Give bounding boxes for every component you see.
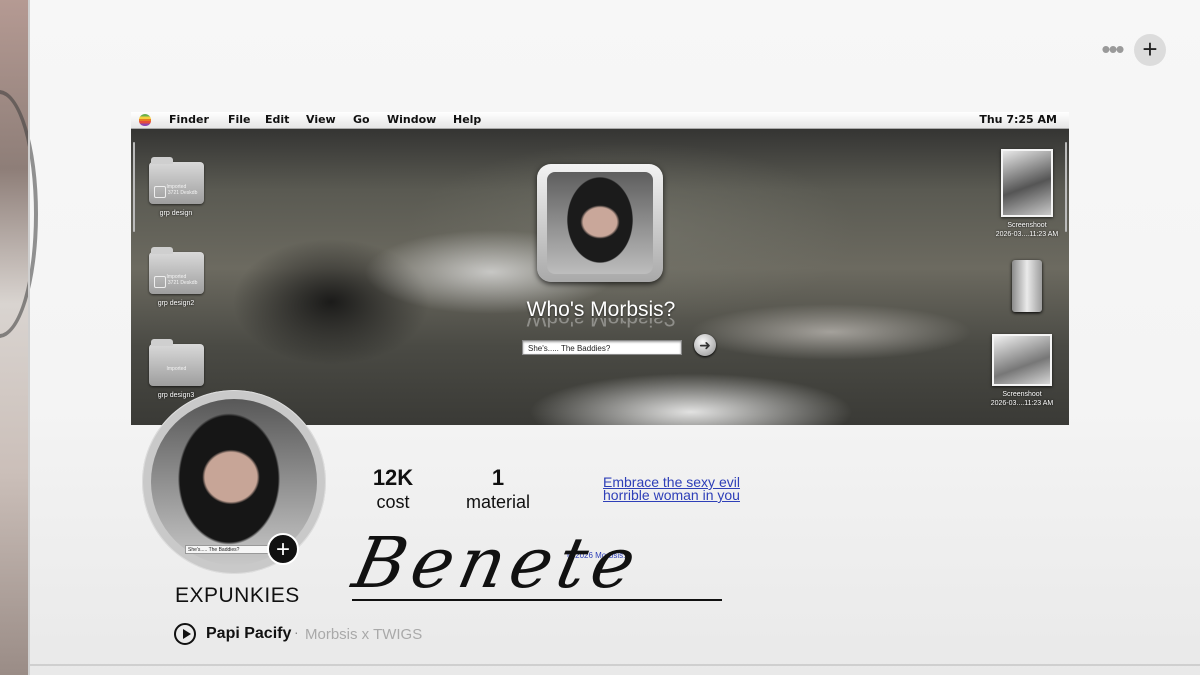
folder-icon: Imported 3721 Deskdb [148,157,204,204]
menubar-clock: Thu 7:25 AM [979,113,1057,126]
folder-sublabel: Imported 3721 Deskdb [166,184,198,196]
folder-sublabel: Imported 3721 Deskdb [166,274,198,286]
signature: Benete [346,522,649,604]
add-story-button[interactable]: + [267,533,299,565]
stat-value: 12K [372,465,414,490]
desktop-screenshot-2[interactable]: Screenshoot 2026-03....11:23 AM [977,334,1067,408]
login-password-field[interactable]: She's..... The Baddies? [522,340,682,355]
apple-logo-icon[interactable] [139,114,151,126]
screenshot-thumbnail [1001,149,1053,217]
now-playing-song[interactable]: Papi Pacify [206,625,291,643]
stat-label: cost [376,492,410,512]
more-options-button[interactable]: ••• [1098,36,1126,62]
folder-grp-design[interactable]: Imported 3721 Deskdb grp design [131,157,221,217]
lighter-image [1012,260,1042,312]
left-edge-ring [0,90,38,338]
bottom-divider [30,664,1200,666]
menu-view[interactable]: View [306,113,336,126]
stat-label: material [465,492,531,512]
now-playing-artist[interactable]: Morbsis x TWIGS [305,626,422,643]
avatar-caption: She's..... The Baddies? [185,545,270,554]
app-glyph-icon [153,276,166,288]
login-go-arrow-icon[interactable]: ➜ [694,334,716,356]
menu-go[interactable]: Go [353,113,370,126]
play-icon[interactable] [174,623,196,645]
login-avatar-frame [537,164,663,282]
add-button[interactable]: + [1134,34,1166,66]
desktop-screenshot-1[interactable]: Screenshoot 2026-03....11:23 AM [982,149,1069,239]
login-avatar-photo [547,172,653,274]
stat-cost: 12K cost [365,465,421,513]
menu-edit[interactable]: Edit [265,113,289,126]
desktop-item-label: Screenshoot 2026-03....11:23 AM [995,222,1059,238]
folder-label: grp design2 [157,300,195,307]
desktop-lighter-item[interactable] [982,260,1069,312]
menu-file[interactable]: File [228,113,251,126]
separator-dot: · [294,624,299,640]
mac-menubar: Finder File Edit View Go Window Help Thu… [131,112,1069,129]
stat-value: 1 [491,465,505,490]
stat-material: 1 material [458,465,538,513]
signature-underline [352,599,722,601]
folder-grp-design3[interactable]: Imported grp design3 [131,339,221,399]
app-glyph-icon [153,186,166,198]
login-title-reflection: Who's Morbsis? [526,318,676,330]
folder-icon: Imported 3721 Deskdb [148,247,204,294]
bio-link[interactable]: Embrace the sexy evil horrible woman in … [603,475,773,502]
banner-desktop-screenshot: Finder File Edit View Go Window Help Thu… [131,112,1069,425]
screenshot-thumbnail [992,334,1052,386]
menu-finder[interactable]: Finder [169,113,209,126]
username: EXPUNKIES [175,584,300,607]
folder-icon: Imported [148,339,204,386]
folder-sublabel: Imported [166,366,187,372]
folder-grp-design2[interactable]: Imported 3721 Deskdb grp design2 [131,247,221,307]
desktop-item-label: Screenshoot 2026-03....11:23 AM [990,391,1054,407]
left-edge-image-strip [0,0,38,675]
menu-help[interactable]: Help [453,113,481,126]
menu-window[interactable]: Window [387,113,436,126]
folder-label: grp design [159,210,193,217]
